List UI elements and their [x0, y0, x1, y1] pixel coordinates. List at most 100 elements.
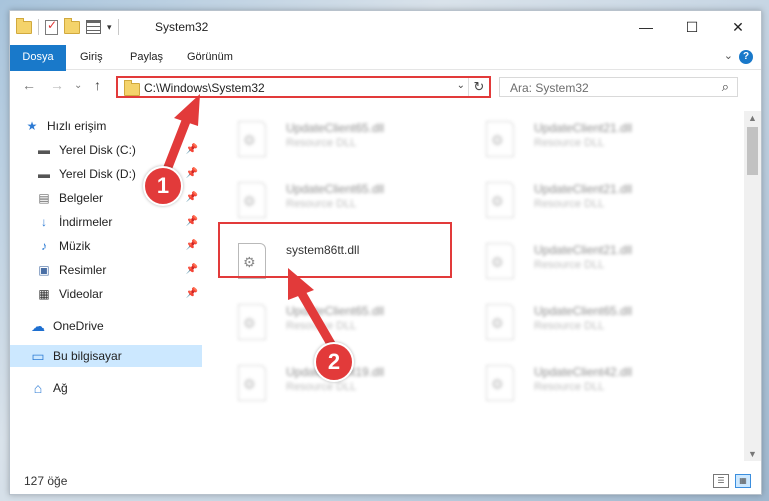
window-controls: — ☐ ✕	[623, 11, 761, 43]
sidebar-item-label: Yerel Disk (C:)	[59, 143, 136, 157]
maximize-button[interactable]: ☐	[669, 11, 715, 43]
sidebar-item-network[interactable]: ⌂ Ağ	[30, 377, 202, 399]
list-item[interactable]: UpdateClient65.dll Resource DLL	[220, 176, 450, 224]
sidebar-item-label: Belgeler	[59, 191, 104, 205]
pin-icon[interactable]: 📌	[186, 216, 198, 227]
pin-icon[interactable]: 📌	[186, 288, 198, 299]
file-name: UpdateClient65.dll	[286, 304, 385, 318]
videos-icon: ▦	[38, 287, 50, 301]
dll-file-icon	[486, 365, 514, 401]
scroll-thumb[interactable]	[747, 127, 758, 175]
file-name: UpdateClient65.dll	[286, 182, 385, 196]
details-view-icon[interactable]: ☰	[713, 474, 729, 488]
file-type: Resource DLL	[534, 198, 605, 210]
dll-file-icon	[486, 182, 514, 218]
sidebar-item-label: OneDrive	[53, 319, 104, 333]
search-placeholder[interactable]: Ara: System32	[510, 81, 589, 95]
sidebar-item-label: Videolar	[59, 287, 103, 301]
music-icon: ♪	[41, 239, 47, 253]
search-icon[interactable]: ⌕	[722, 79, 729, 95]
sidebar-item-this-pc[interactable]: ▭ Bu bilgisayar	[10, 345, 202, 367]
sidebar-item-label: İndirmeler	[59, 215, 113, 229]
vertical-scrollbar[interactable]: ▲ ▼	[744, 111, 761, 461]
target-file-highlight	[218, 222, 452, 278]
dll-file-icon	[238, 121, 266, 157]
pin-icon[interactable]: 📌	[186, 240, 198, 251]
navigation-bar: ← → ⌄ ↑ C:\Windows\System32 ⌄ ↻ Ara: Sys…	[10, 71, 761, 103]
sidebar-item-downloads[interactable]: ↓ İndirmeler 📌	[36, 211, 202, 233]
list-item[interactable]: UpdateClient21.dll Resource DLL	[468, 237, 698, 285]
sidebar-item-quick-access[interactable]: ★ Hızlı erişim	[24, 115, 216, 137]
dll-file-icon	[238, 365, 266, 401]
sidebar-item-label: Resimler	[59, 263, 107, 277]
file-type: Resource DLL	[286, 137, 357, 149]
file-name: UpdateClient65.dll	[286, 121, 385, 135]
file-type: Resource DLL	[286, 320, 357, 332]
file-type: Resource DLL	[286, 381, 357, 393]
tiles-view-icon[interactable]: ▦	[735, 474, 751, 488]
forward-button[interactable]: →	[50, 77, 64, 93]
help-icon[interactable]: ?	[739, 50, 753, 64]
address-dropdown-icon[interactable]: ⌄	[457, 80, 465, 91]
list-item[interactable]: UpdateClient21.dll Resource DLL	[468, 115, 698, 163]
step-1-badge: 1	[143, 166, 183, 206]
search-box[interactable]: Ara: System32 ⌕	[499, 77, 738, 97]
list-item[interactable]: UpdateClient65.dll Resource DLL	[220, 298, 450, 346]
sidebar-item-drive-c[interactable]: ▬ Yerel Disk (C:) 📌	[36, 139, 202, 161]
pin-icon[interactable]: 📌	[186, 144, 198, 155]
minimize-button[interactable]: —	[623, 11, 669, 43]
sidebar-item-onedrive[interactable]: ☁ OneDrive	[30, 315, 202, 337]
properties-check-icon[interactable]	[45, 18, 58, 35]
file-name: UpdateClient65.dll	[534, 304, 633, 318]
recent-locations-icon[interactable]: ⌄	[74, 80, 82, 91]
onedrive-icon: ☁	[31, 317, 45, 334]
navigation-pane: ★ Hızlı erişim ▬ Yerel Disk (C:) 📌 ▬ Yer…	[10, 111, 202, 461]
this-pc-icon: ▭	[31, 347, 45, 364]
new-folder-icon[interactable]	[64, 17, 80, 34]
scroll-down-icon[interactable]: ▼	[748, 449, 757, 459]
scroll-up-icon[interactable]: ▲	[748, 113, 757, 123]
folder-icon	[16, 17, 32, 34]
address-folder-icon	[124, 80, 140, 96]
status-bar: 127 öğe ☰ ▦	[10, 468, 761, 494]
address-path[interactable]: C:\Windows\System32	[144, 81, 265, 95]
dll-file-icon	[238, 304, 266, 340]
up-button[interactable]: ↑	[94, 77, 101, 93]
item-count: 127 öğe	[24, 474, 68, 488]
qa-dropdown-icon[interactable]: ▾	[107, 22, 112, 33]
pin-icon[interactable]: 📌	[186, 192, 198, 203]
dll-file-icon	[486, 304, 514, 340]
sidebar-item-videos[interactable]: ▦ Videolar 📌	[36, 283, 202, 305]
ribbon-tabs: Dosya Giriş Paylaş Görünüm ⌄ ?	[10, 45, 761, 93]
list-item[interactable]: UpdateClient21.dll Resource DLL	[468, 176, 698, 224]
tab-share[interactable]: Paylaş	[130, 45, 163, 69]
tab-view[interactable]: Görünüm	[187, 45, 233, 69]
list-item[interactable]: UpdateClient42.dll Resource DLL	[468, 359, 698, 407]
file-list: UpdateClient65.dll Resource DLL UpdateCl…	[210, 111, 741, 461]
downloads-icon: ↓	[41, 215, 47, 229]
file-type: Resource DLL	[534, 320, 605, 332]
file-name: UpdateClient21.dll	[534, 182, 633, 196]
file-name: UpdateClient21.dll	[534, 121, 633, 135]
list-item[interactable]: UpdateClient65.dll Resource DLL	[220, 115, 450, 163]
close-button[interactable]: ✕	[715, 11, 761, 43]
customize-icon[interactable]	[86, 20, 101, 34]
address-bar[interactable]: C:\Windows\System32 ⌄ ↻	[116, 76, 491, 98]
ribbon-expand-icon[interactable]: ⌄	[724, 49, 733, 62]
sidebar-item-label: Hızlı erişim	[47, 119, 107, 133]
pin-icon[interactable]: 📌	[186, 264, 198, 275]
sidebar-item-music[interactable]: ♪ Müzik 📌	[36, 235, 202, 257]
view-switcher: ☰ ▦	[713, 474, 751, 488]
title-bar: ▾ System32 — ☐ ✕	[10, 11, 761, 43]
dll-file-icon	[238, 182, 266, 218]
back-button[interactable]: ←	[22, 77, 36, 93]
documents-icon: ▤	[38, 191, 50, 205]
file-type: Resource DLL	[534, 381, 605, 393]
sidebar-item-pictures[interactable]: ▣ Resimler 📌	[36, 259, 202, 281]
quick-access-toolbar: ▾	[16, 17, 119, 35]
list-item[interactable]: UpdateClient65.dll Resource DLL	[468, 298, 698, 346]
tab-home[interactable]: Giriş	[80, 45, 103, 69]
refresh-button[interactable]: ↻	[468, 78, 489, 96]
file-name: UpdateClient21.dll	[534, 243, 633, 257]
pin-icon[interactable]: 📌	[186, 168, 198, 179]
